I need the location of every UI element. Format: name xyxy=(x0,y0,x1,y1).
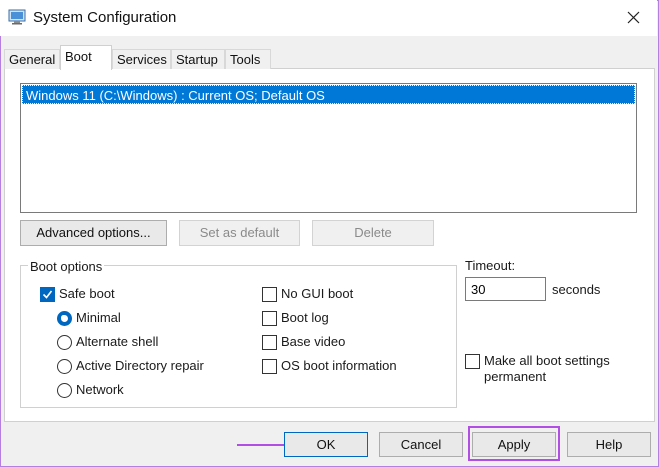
checkbox-icon xyxy=(465,354,480,369)
checkmark-icon xyxy=(40,287,55,302)
timeout-input[interactable] xyxy=(465,277,546,301)
cancel-button[interactable]: Cancel xyxy=(379,432,463,457)
checkbox-icon xyxy=(262,311,277,326)
radio-active-directory-repair[interactable]: Active Directory repair xyxy=(57,358,227,376)
tab-general[interactable]: General xyxy=(4,49,60,69)
boot-options-label: Boot options xyxy=(28,259,105,274)
apply-highlight-annotation xyxy=(468,426,560,461)
delete-button[interactable]: Delete xyxy=(312,220,434,246)
radio-minimal[interactable]: Minimal xyxy=(57,310,177,328)
radio-icon xyxy=(57,359,72,374)
radio-icon xyxy=(57,383,72,398)
checkbox-icon xyxy=(262,287,277,302)
window-title: System Configuration xyxy=(33,9,177,26)
checkbox-icon xyxy=(262,359,277,374)
tab-tools[interactable]: Tools xyxy=(225,49,271,69)
list-item[interactable]: Windows 11 (C:\Windows) : Current OS; De… xyxy=(22,85,635,104)
close-icon xyxy=(627,11,640,24)
set-as-default-button[interactable]: Set as default xyxy=(179,220,300,246)
timeout-label: Timeout: xyxy=(465,258,516,273)
radio-selected-icon xyxy=(57,311,72,326)
tab-boot[interactable]: Boot xyxy=(60,45,112,70)
no-gui-boot-checkbox[interactable]: No GUI boot xyxy=(262,286,412,304)
ok-button[interactable]: OK xyxy=(284,432,368,457)
radio-alternate-shell[interactable]: Alternate shell xyxy=(57,334,197,352)
radio-network[interactable]: Network xyxy=(57,382,177,400)
system-configuration-icon xyxy=(8,9,26,25)
os-boot-list[interactable]: Windows 11 (C:\Windows) : Current OS; De… xyxy=(20,83,637,213)
radio-icon xyxy=(57,335,72,350)
advanced-options-button[interactable]: Advanced options... xyxy=(20,220,167,246)
safe-boot-checkbox[interactable]: Safe boot xyxy=(40,286,160,304)
tab-startup[interactable]: Startup xyxy=(171,49,225,69)
os-boot-information-checkbox[interactable]: OS boot information xyxy=(262,358,432,376)
make-permanent-checkbox[interactable]: Make all boot settings permanent xyxy=(465,353,625,387)
boot-log-checkbox[interactable]: Boot log xyxy=(262,310,412,328)
checkbox-icon xyxy=(262,335,277,350)
tab-services[interactable]: Services xyxy=(112,49,171,69)
base-video-checkbox[interactable]: Base video xyxy=(262,334,412,352)
title-bar: System Configuration xyxy=(0,0,657,36)
help-button[interactable]: Help xyxy=(567,432,651,457)
seconds-label: seconds xyxy=(552,282,601,297)
close-button[interactable] xyxy=(611,0,657,36)
